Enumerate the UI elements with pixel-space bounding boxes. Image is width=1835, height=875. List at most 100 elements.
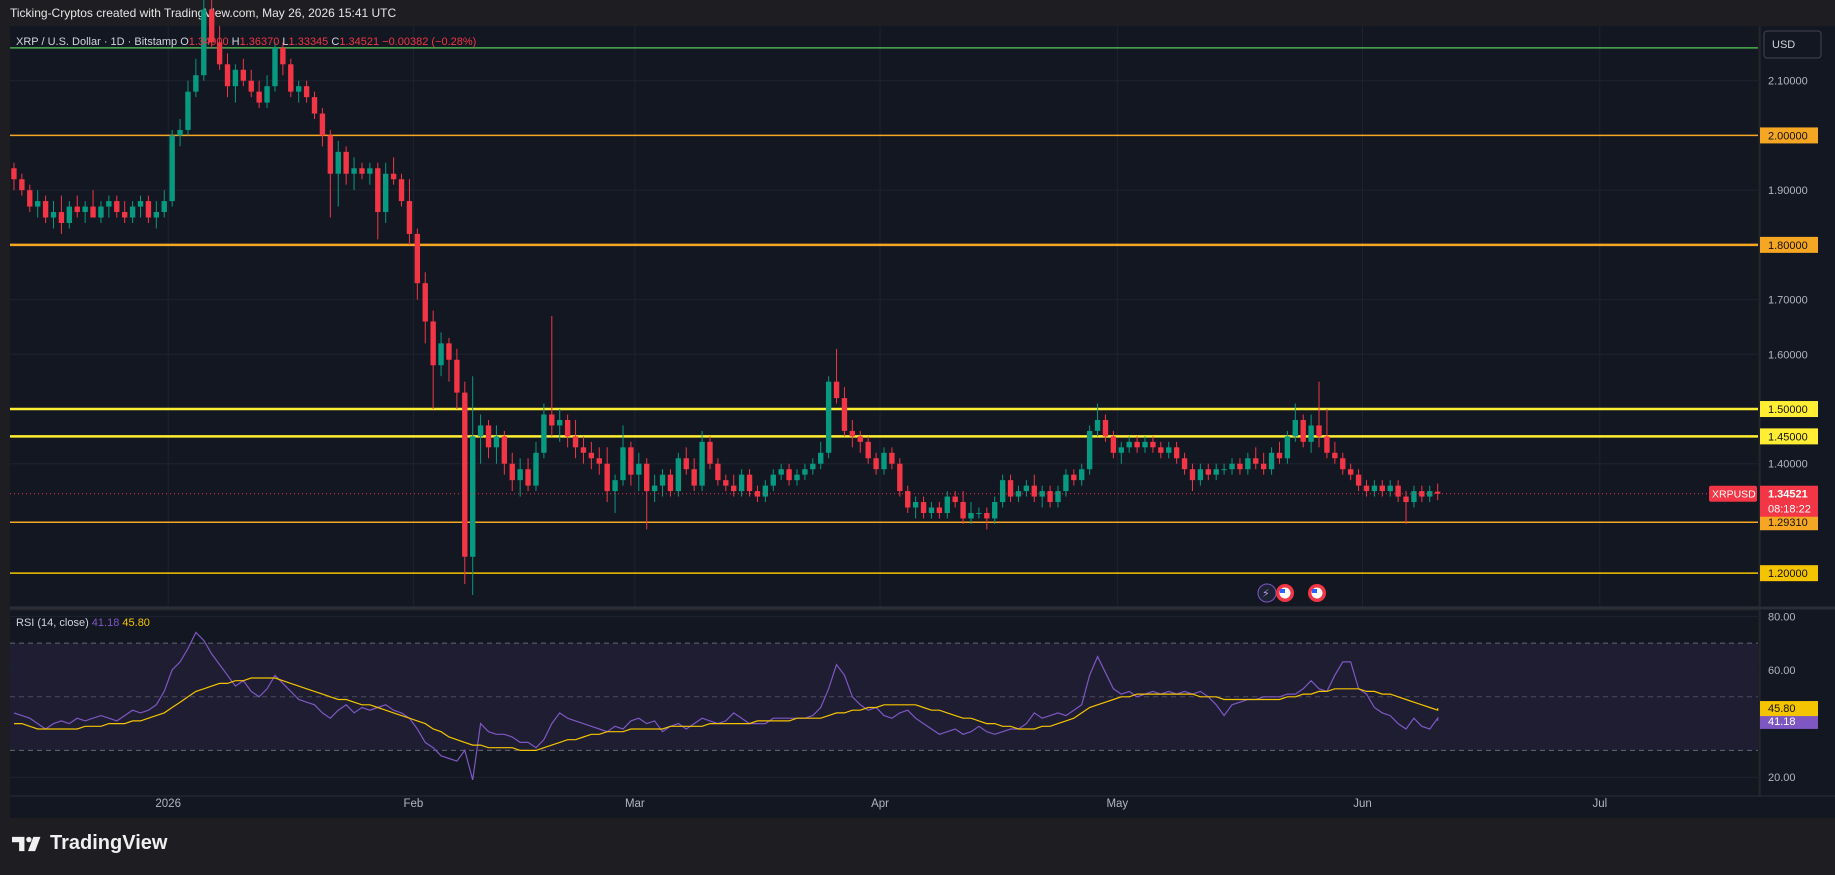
candle-body: [770, 474, 776, 486]
candle-body: [889, 452, 895, 464]
level-badge-label: 1.50000: [1768, 404, 1808, 416]
candle-body: [106, 201, 112, 207]
currency-button-label: USD: [1772, 39, 1795, 51]
candle-body: [367, 168, 373, 174]
rsi-legend-part: RSI (14, close): [16, 617, 89, 629]
candle-body: [596, 458, 602, 464]
candle-body: [256, 91, 262, 103]
candle-body: [849, 430, 856, 437]
candle-body: [1126, 441, 1132, 448]
candle-body: [470, 436, 476, 557]
candle-body: [897, 463, 903, 492]
y-tick-label: 2.10000: [1768, 76, 1808, 88]
rsi-y-tick-label: 60.00: [1768, 665, 1796, 677]
candle-body: [454, 359, 460, 393]
candle-body: [1173, 447, 1180, 459]
candle-body: [1031, 485, 1037, 497]
candle-body: [612, 480, 618, 492]
level-badge-label: 1.80000: [1768, 240, 1808, 252]
candle-body: [121, 212, 128, 218]
lightning-icon: ⚡: [1262, 587, 1270, 600]
candle-body: [383, 173, 389, 213]
candle-body: [746, 474, 753, 492]
candle-body: [644, 463, 650, 492]
candle-body: [968, 512, 974, 519]
legend-part: 1.33345: [289, 36, 329, 48]
candle: [675, 452, 682, 497]
candle-body: [794, 474, 800, 481]
bar-countdown: 08:18:22: [1768, 504, 1811, 516]
y-tick-label: 1.90000: [1768, 185, 1808, 197]
candle-body: [98, 206, 104, 218]
candle-body: [1268, 452, 1275, 470]
candle-body: [288, 64, 294, 92]
candle-body: [1023, 485, 1030, 492]
candle-body: [66, 206, 73, 223]
x-tick-label: Jun: [1353, 798, 1372, 810]
chart-canvas[interactable]: 2026 Feb Mar Apr May Jun Jul 2.10000 1.90000 1.70…: [0, 0, 1835, 818]
candle-body: [1055, 491, 1061, 503]
candle-body: [34, 201, 41, 207]
candle-body: [1403, 496, 1409, 503]
candle: [897, 458, 903, 497]
candle-body: [754, 491, 761, 497]
candle-body: [1166, 447, 1172, 453]
candle-body: [707, 441, 713, 464]
candle-body: [1118, 447, 1124, 453]
candle-body: [1221, 469, 1227, 471]
x-tick-label: Apr: [871, 798, 889, 810]
price-pane-bg: [10, 26, 1758, 606]
candle-body: [1434, 491, 1441, 494]
candle-body: [802, 469, 808, 475]
candle-body: [841, 398, 848, 431]
candle-body: [1253, 458, 1259, 464]
candle-body: [1237, 463, 1243, 470]
candle-body: [248, 80, 254, 92]
candle-body: [335, 151, 341, 174]
candle-body: [1134, 441, 1140, 448]
rsi-y-tick-label: 20.00: [1768, 772, 1796, 784]
candle-body: [240, 69, 247, 81]
candle-body: [517, 469, 523, 481]
candle-body: [1071, 474, 1077, 481]
symbol-badge-label: XRPUSD: [1712, 489, 1756, 501]
candle-body: [588, 452, 595, 459]
brand-footer[interactable]: TradingView: [12, 832, 167, 855]
x-tick-label: Feb: [403, 798, 423, 810]
candle-body: [818, 452, 824, 464]
legend-part: 1.36370: [240, 36, 280, 48]
candle-body: [438, 343, 444, 366]
candle-body: [153, 212, 160, 218]
level-badge-label: 2.00000: [1768, 130, 1808, 142]
candle-body: [944, 496, 950, 513]
level-badge-label: 1.20000: [1768, 568, 1808, 580]
candle-body: [525, 469, 531, 486]
candle-body: [1276, 452, 1283, 459]
candle-body: [1197, 469, 1204, 481]
candle-body: [1300, 419, 1306, 442]
candle-body: [636, 463, 642, 475]
candle-body: [699, 441, 705, 486]
candle-body: [327, 135, 334, 174]
candle-body: [446, 343, 452, 360]
brand-name: TradingView: [50, 832, 168, 854]
candle-body: [778, 469, 784, 475]
candle-body: [675, 458, 682, 492]
candle-body: [873, 458, 879, 470]
tradingview-logo-icon: [12, 836, 41, 851]
candle-body: [1363, 485, 1370, 492]
rsi-value-label: 41.18: [1768, 716, 1796, 728]
candle-body: [659, 474, 666, 486]
candle-body: [857, 436, 863, 442]
candle-body: [533, 452, 539, 486]
candle-body: [572, 436, 579, 448]
candle-body: [620, 447, 626, 481]
y-tick-label: 1.40000: [1768, 459, 1808, 471]
candle-body: [928, 507, 935, 513]
candle-body: [628, 447, 634, 475]
candle: [462, 381, 468, 585]
candle-body: [1205, 469, 1211, 475]
ohlc-legend: XRP / U.S. Dollar · 1D · Bitstamp O1.349…: [16, 36, 476, 48]
candle-body: [992, 502, 998, 519]
rsi-pane: [10, 611, 1758, 796]
